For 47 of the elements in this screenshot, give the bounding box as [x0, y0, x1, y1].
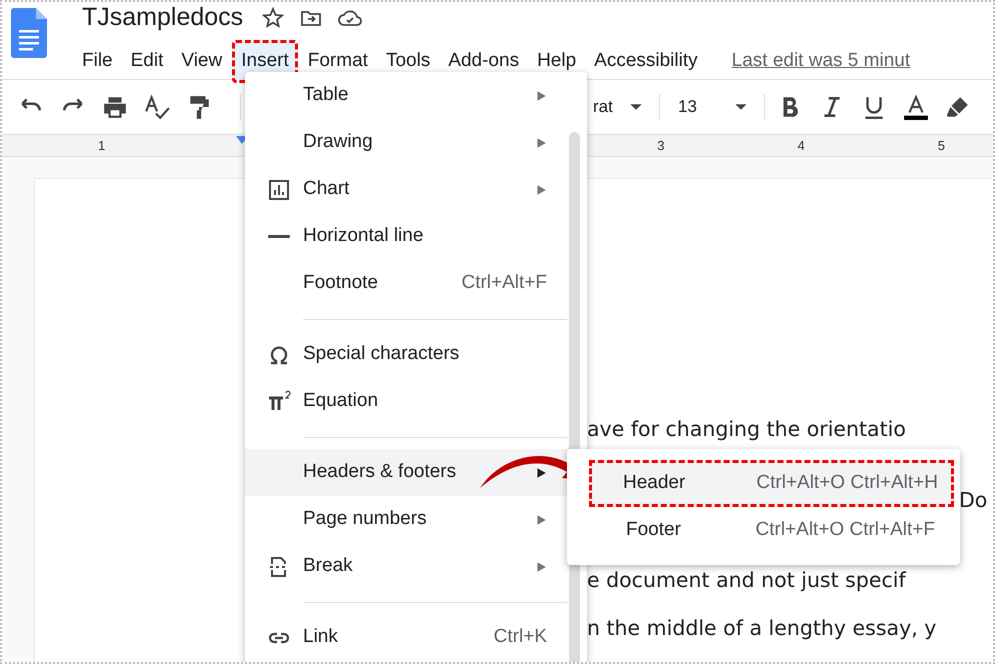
body-text: ave for changing the orientatio — [587, 416, 907, 443]
menu-item[interactable]: Special characters — [245, 331, 587, 378]
ruler-number: 1 — [98, 136, 106, 155]
menu-item-label: Link — [303, 625, 339, 650]
menu-item[interactable]: Horizontal line — [245, 213, 587, 260]
menu-item-label: Headers & footers — [303, 460, 458, 484]
submenu-item[interactable]: Footer Ctrl+Alt+O Ctrl+Alt+F — [567, 507, 960, 554]
shortcut-text: Ctrl+K — [494, 625, 547, 650]
ruler-number: 4 — [797, 136, 805, 155]
menu-item-label: Special characters — [303, 342, 460, 366]
menu-item[interactable]: Edit — [122, 41, 172, 82]
menu-item[interactable]: Equation — [245, 378, 587, 425]
menu-item-label: Break — [303, 554, 354, 578]
menu-item[interactable]: Link Ctrl+K — [245, 614, 587, 661]
menu-item-label: Table — [303, 83, 350, 108]
spellcheck-icon[interactable] — [144, 94, 170, 120]
menu-item[interactable]: Accessibility — [586, 41, 706, 82]
submenu-item[interactable]: Header Ctrl+Alt+O Ctrl+Alt+H — [589, 460, 954, 507]
ruler-number: 3 — [657, 136, 664, 155]
last-edit-link[interactable]: Last edit was 5 minut — [732, 47, 910, 76]
shortcut-text: Ctrl+Alt+O Ctrl+Alt+F — [756, 518, 935, 542]
menu-item[interactable]: View — [173, 41, 230, 82]
docs-logo[interactable] — [11, 8, 47, 58]
font-dropdown[interactable]: rat — [593, 94, 629, 120]
star-icon[interactable] — [261, 6, 286, 30]
body-text: Do — [959, 487, 988, 514]
menu-item[interactable]: Footnote Ctrl+Alt+F — [245, 260, 587, 307]
menu-item[interactable]: Drawing — [245, 119, 587, 166]
menu-item[interactable]: Chart — [245, 166, 587, 213]
body-text: e document and not just specif — [587, 567, 908, 594]
horizontal-line-icon — [268, 235, 290, 238]
menu-item-label: Page numbers — [303, 507, 428, 532]
menu-item-label: Equation — [303, 389, 380, 414]
menu-item-label: Horizontal line — [303, 224, 424, 248]
shortcut-text: Ctrl+Alt+O Ctrl+Alt+H — [756, 471, 938, 496]
text-color-icon[interactable] — [903, 94, 929, 120]
menu-item-label: Drawing — [303, 130, 374, 154]
menu-item[interactable]: File — [74, 41, 121, 82]
ruler-number: 5 — [938, 136, 945, 155]
submenu-item-label: Footer — [626, 518, 682, 542]
font-size-field[interactable]: 13 — [678, 94, 734, 120]
menu-item-label: Footnote — [303, 271, 379, 296]
shortcut-text: Ctrl+Alt+F — [461, 271, 547, 296]
body-text: n the middle of a lengthy essay, y — [587, 615, 938, 642]
menu-item-label: Chart — [303, 177, 350, 202]
submenu-item-label: Header — [623, 471, 686, 496]
document-title[interactable]: TJsampledocs — [82, 2, 244, 37]
